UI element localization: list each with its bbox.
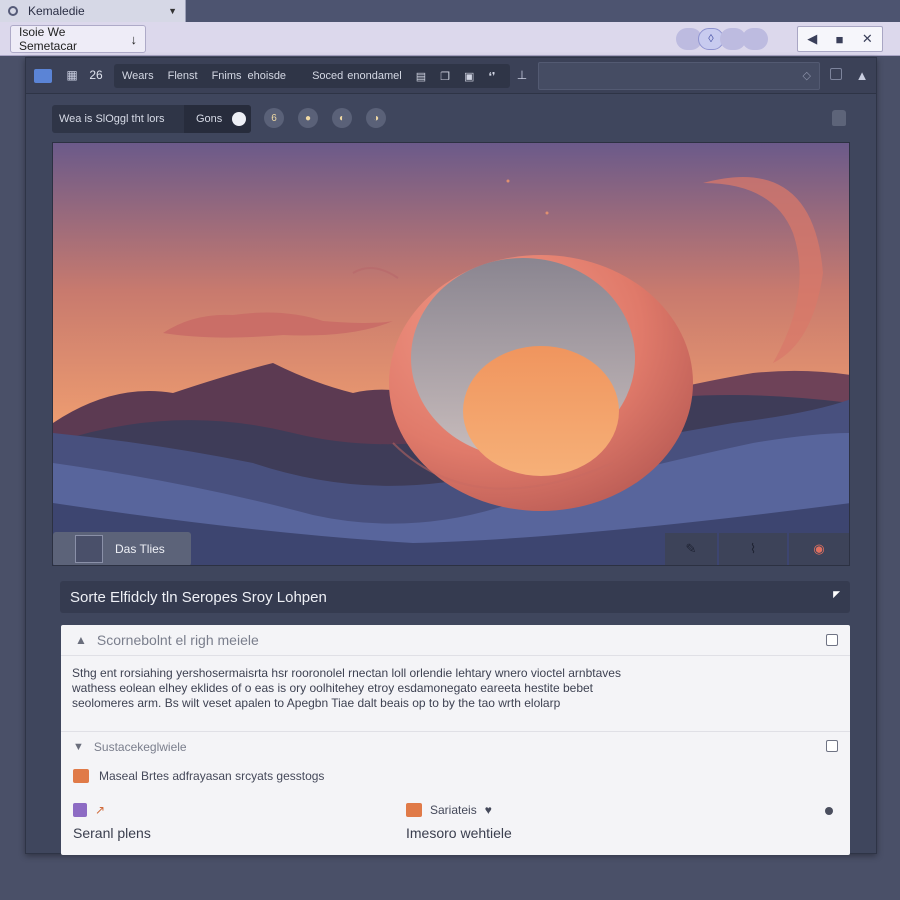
- copy-icon[interactable]: ❐: [440, 70, 450, 83]
- card-subrow[interactable]: ▼ Sustacekeglwiele: [61, 731, 850, 762]
- arrow-icon: ↗: [95, 803, 106, 817]
- paragraph-line-2: wathess eolean elhey eklides of o eas is…: [72, 681, 594, 695]
- back-icon[interactable]: ◀: [807, 31, 817, 47]
- column-2-label: Imesoro wehtiele: [406, 825, 512, 841]
- tab-bar: Kemaledie ▼: [0, 0, 900, 22]
- orange-square-icon: [406, 803, 422, 817]
- pen-icon[interactable]: ✎: [665, 533, 717, 565]
- canvas-tools: ✎ ⌇ ◉: [665, 533, 849, 565]
- card-subrow-label: Sustacekeglwiele: [93, 740, 187, 754]
- page-number: 26: [89, 68, 103, 82]
- filter-button-label: Gons: [196, 113, 223, 125]
- filter-funnel-icon: ▼: [73, 741, 84, 753]
- menu-item-6[interactable]: enondamel: [347, 70, 401, 82]
- square-icon[interactable]: [830, 68, 842, 80]
- filter-input[interactable]: Wea is SlOggl tht lors: [52, 113, 184, 125]
- download-arrow-icon[interactable]: ↓: [131, 32, 138, 47]
- card-info-label: Maseal Brtes adfrayasan srcyats gesstogs: [99, 769, 325, 783]
- brush-icon[interactable]: ⌇: [719, 533, 787, 565]
- menu-item-4[interactable]: ehoisde: [248, 70, 287, 82]
- quote-icon[interactable]: ❛❜: [488, 70, 495, 83]
- menu-item-5[interactable]: Soced: [312, 70, 343, 82]
- card-info-row: Maseal Brtes adfrayasan srcyats gesstogs: [73, 769, 324, 783]
- panel-title: Sorte Elfidcly tln Seropes Sroy Lohpen: [70, 588, 327, 606]
- checkbox-2[interactable]: [826, 740, 838, 752]
- orange-tag-icon: [73, 769, 89, 783]
- card-column-2[interactable]: Sariateis ♥ Imesoro wehtiele: [406, 803, 512, 841]
- lock-icon[interactable]: ▲: [854, 67, 870, 83]
- bookmark-small-icon: ▲: [75, 633, 87, 647]
- details-card: ▲ Scornebolnt el righ meiele Sthg ent ro…: [61, 625, 850, 855]
- image-canvas[interactable]: Das Tlies ✎ ⌇ ◉: [52, 142, 850, 566]
- tool-6-icon[interactable]: 6: [264, 108, 284, 128]
- menu-bar: Wears Flenst Fnims ehoisde Soced enondam…: [114, 64, 510, 88]
- diamond-icon: ◇: [802, 70, 811, 82]
- filter-button[interactable]: Gons: [184, 105, 251, 133]
- filter-bar: Wea is SlOggl tht lors Gons: [52, 105, 251, 133]
- profile-pills: ◊: [676, 28, 768, 50]
- more-dot-icon[interactable]: [825, 807, 833, 815]
- card-paragraph: Sthg ent rorsiahing yershosermaisrta hsr…: [72, 666, 712, 711]
- checkbox-1[interactable]: [826, 634, 838, 646]
- record-icon[interactable]: ◉: [789, 533, 849, 565]
- address-label: Isoie We Semetacar: [19, 25, 78, 53]
- grid-icon[interactable]: ▦: [64, 67, 80, 83]
- stop-icon[interactable]: ■: [836, 32, 844, 47]
- layer-label: Das Tlies: [115, 542, 165, 556]
- toolbar-search-field[interactable]: ◇: [538, 62, 820, 90]
- panel-header: Sorte Elfidcly tln Seropes Sroy Lohpen ◤: [60, 581, 850, 613]
- table-icon[interactable]: ▤: [416, 70, 426, 83]
- menu-item-3[interactable]: Fnims: [212, 70, 242, 82]
- frame-icon[interactable]: ▣: [464, 70, 474, 83]
- app-window: ▦ 26 Wears Flenst Fnims ehoisde Soced en…: [25, 57, 877, 855]
- paragraph-line-1: Sthg ent rorsiahing yershosermaisrta hsr…: [72, 666, 621, 680]
- browser-tab[interactable]: Kemaledie ▼: [0, 0, 186, 22]
- chevron-down-icon[interactable]: ▼: [168, 6, 177, 16]
- app-toolbar: ▦ 26 Wears Flenst Fnims ehoisde Soced en…: [26, 58, 876, 94]
- card-input-row[interactable]: ▲ Scornebolnt el righ meiele: [61, 625, 850, 656]
- pin-icon[interactable]: ⊥: [514, 67, 530, 83]
- layer-chip[interactable]: Das Tlies: [53, 532, 191, 565]
- bookmark-icon[interactable]: [832, 110, 846, 126]
- paragraph-line-3: seolomeres arm. Bs wilt veset apalen to …: [72, 696, 561, 710]
- pill-4[interactable]: [742, 28, 768, 50]
- user-icon[interactable]: ◑: [366, 108, 386, 128]
- app-logo-icon[interactable]: [34, 69, 52, 83]
- heart-icon[interactable]: ♥: [485, 803, 492, 817]
- column-2-top-label: Sariateis: [430, 803, 477, 817]
- window-controls: ◀ ■ ✕: [797, 26, 883, 52]
- purple-tag-icon: [73, 803, 87, 817]
- tab-title: Kemaledie: [28, 4, 85, 18]
- toggle-knob-icon[interactable]: [232, 112, 247, 126]
- menu-item-1[interactable]: Wears: [122, 70, 154, 82]
- column-1-label: Seranl plens: [73, 825, 151, 841]
- menu-item-2[interactable]: Flenst: [168, 70, 198, 82]
- landscape-artwork: [53, 143, 849, 565]
- layer-thumbnail: [75, 535, 103, 563]
- address-field[interactable]: Isoie We Semetacar ↓: [10, 25, 146, 53]
- close-icon[interactable]: ✕: [862, 31, 873, 47]
- expand-icon[interactable]: ◤: [833, 589, 840, 600]
- person-icon[interactable]: ◐: [332, 108, 352, 128]
- address-bar: Isoie We Semetacar ↓ ◊ ◀ ■ ✕: [0, 22, 900, 56]
- sun-icon[interactable]: ●: [298, 108, 318, 128]
- card-input[interactable]: Scornebolnt el righ meiele: [97, 632, 259, 648]
- tab-circle-icon: [8, 6, 18, 16]
- card-column-1[interactable]: ↗ Seranl plens: [73, 803, 151, 841]
